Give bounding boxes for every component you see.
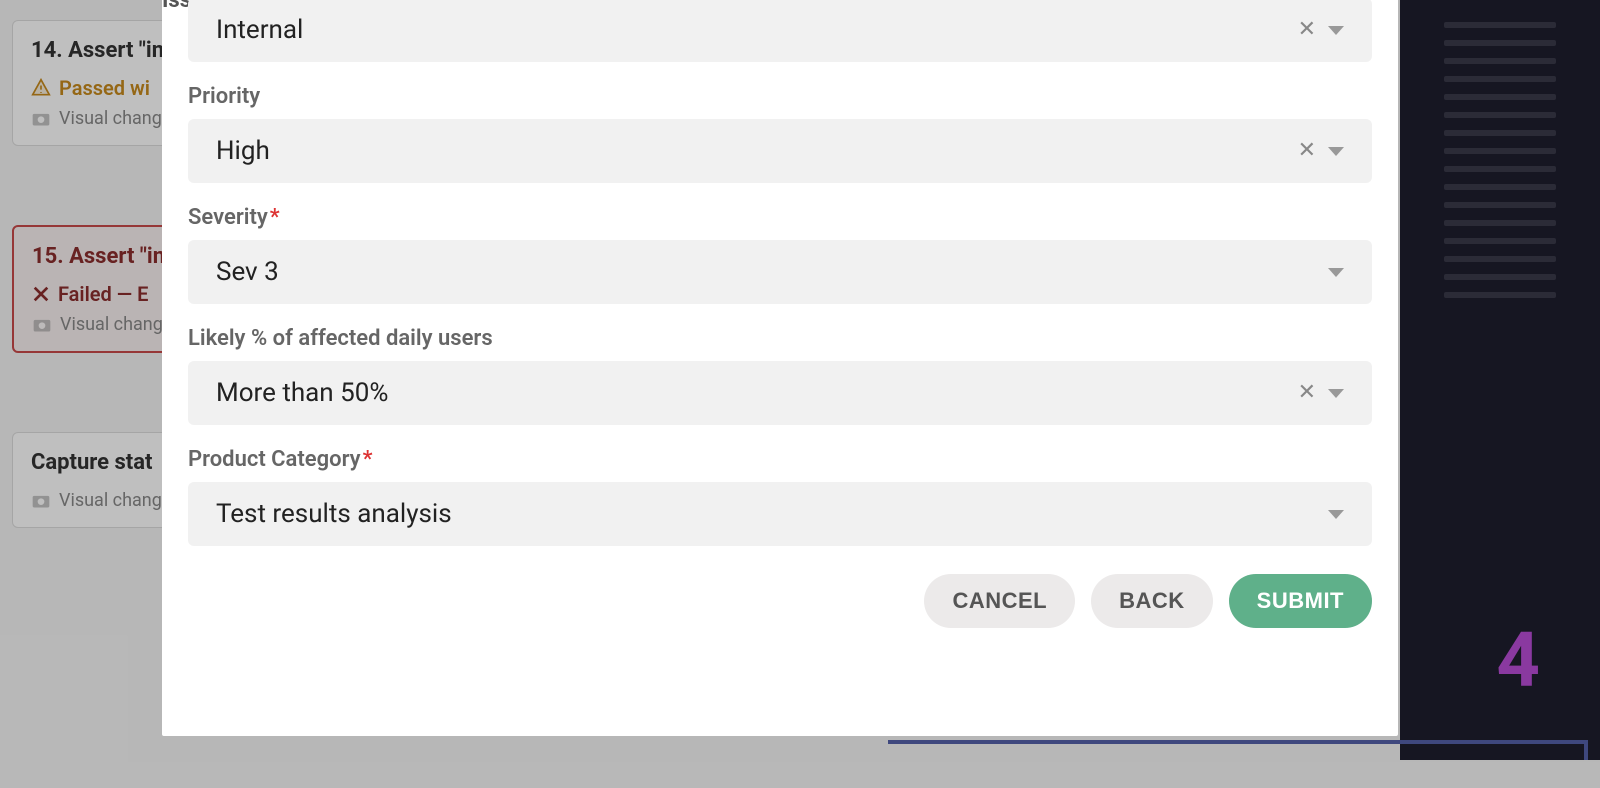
select-value: More than 50%	[216, 378, 1298, 408]
select-value: Internal	[216, 15, 1298, 45]
severity-select[interactable]: Sev 3	[188, 240, 1372, 304]
select-value: High	[216, 136, 1298, 166]
issue-form-modal: Issue Source Internal ✕ Priority High ✕ …	[162, 0, 1398, 736]
priority-select[interactable]: High ✕	[188, 119, 1372, 183]
field-label-affected: Likely % of affected daily users	[188, 326, 1372, 351]
chevron-down-icon	[1328, 26, 1344, 35]
select-value: Test results analysis	[216, 499, 1328, 529]
submit-button[interactable]: SUBMIT	[1229, 574, 1372, 628]
field-label-severity: Severity*	[188, 205, 1372, 230]
modal-actions: CANCEL BACK SUBMIT	[188, 574, 1372, 628]
chevron-down-icon	[1328, 389, 1344, 398]
issue-source-select[interactable]: Internal ✕	[188, 0, 1372, 62]
back-button[interactable]: BACK	[1091, 574, 1213, 628]
field-label-category: Product Category*	[188, 447, 1372, 472]
clear-icon[interactable]: ✕	[1298, 19, 1316, 41]
chevron-down-icon	[1328, 268, 1344, 277]
field-label-priority: Priority	[188, 84, 1372, 109]
product-category-select[interactable]: Test results analysis	[188, 482, 1372, 546]
affected-users-select[interactable]: More than 50% ✕	[188, 361, 1372, 425]
chevron-down-icon	[1328, 510, 1344, 519]
clear-icon[interactable]: ✕	[1298, 140, 1316, 162]
chevron-down-icon	[1328, 147, 1344, 156]
clear-icon[interactable]: ✕	[1298, 382, 1316, 404]
cancel-button[interactable]: CANCEL	[924, 574, 1075, 628]
select-value: Sev 3	[216, 257, 1328, 287]
